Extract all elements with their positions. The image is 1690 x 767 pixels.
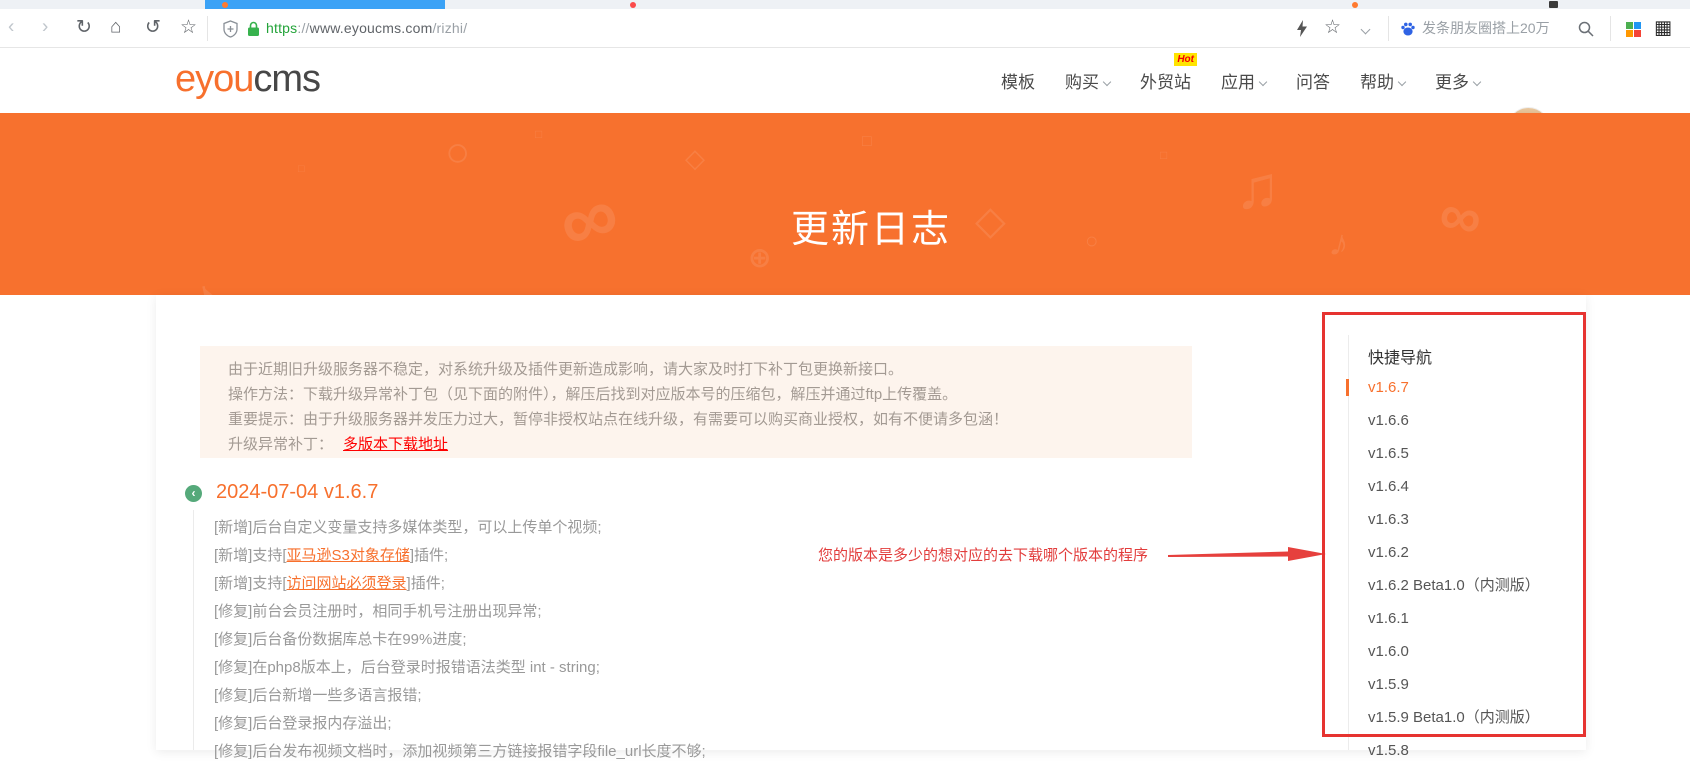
nav-item-buy[interactable]: 购买: [1065, 68, 1112, 93]
baidu-paw-icon: [1401, 22, 1415, 36]
url-separator: ://: [297, 20, 310, 36]
url-path: /rizhi/: [432, 20, 468, 36]
quick-nav-list: v1.6.7 v1.6.6 v1.6.5 v1.6.4 v1.6.3 v1.6.…: [1346, 371, 1540, 767]
decor-dot: □: [535, 127, 543, 141]
quick-nav-title: 快捷导航: [1368, 350, 1433, 367]
active-tab[interactable]: [205, 0, 445, 9]
version-link-v167[interactable]: v1.6.7: [1346, 371, 1540, 404]
tab-favicon-dot[interactable]: [222, 2, 228, 8]
search-icon[interactable]: [1578, 21, 1594, 37]
address-bar[interactable]: https://www.eyoucms.com/rizhi/: [266, 20, 467, 36]
changelog-item: [修复]后台发布视频文档时，添加视频第三方链接报错字段file_url长度不够;: [214, 743, 706, 760]
hot-badge: Hot: [1174, 53, 1197, 66]
tab-favicon-dot[interactable]: [1352, 2, 1358, 8]
nav-item-apps[interactable]: 应用: [1221, 68, 1268, 93]
version-link-v164[interactable]: v1.6.4: [1368, 470, 1540, 503]
undo-icon[interactable]: ↺: [145, 16, 161, 39]
changelog-item: [修复]前台会员注册时，相同手机号注册出现异常;: [214, 603, 542, 620]
version-link-v158[interactable]: v1.5.8: [1368, 734, 1540, 767]
apps-grid-icon[interactable]: [1626, 22, 1641, 37]
nav-item-templates[interactable]: 模板: [1001, 68, 1035, 93]
notice-box: 由于近期旧升级服务器不稳定，对系统升级及插件更新造成影响，请大家及时打下补丁包更…: [200, 346, 1192, 458]
forward-icon[interactable]: ›: [42, 17, 48, 39]
version-link-v159[interactable]: v1.5.9: [1368, 668, 1540, 701]
changelog-heading: 2024-07-04 v1.6.7: [216, 481, 379, 503]
changelog-item: [修复]后台新增一些多语言报错;: [214, 687, 422, 704]
version-link-v159beta[interactable]: v1.5.9 Beta1.0（内测版）: [1368, 701, 1540, 734]
patch-label: 升级异常补丁：: [228, 436, 334, 453]
notice-line: 操作方法：下载升级异常补丁包（见下面的附件），解压后找到对应版本号的压缩包，解压…: [228, 386, 958, 403]
version-link-v163[interactable]: v1.6.3: [1368, 503, 1540, 536]
version-link-v161[interactable]: v1.6.1: [1368, 602, 1540, 635]
version-link-v162beta[interactable]: v1.6.2 Beta1.0（内测版）: [1368, 569, 1540, 602]
browser-tab-strip: [0, 0, 1690, 9]
nav-item-qa[interactable]: 问答: [1296, 68, 1330, 93]
decor-dot: □: [862, 133, 872, 150]
page-title: 更新日志: [790, 209, 951, 251]
logo-text-eyou: eyou: [175, 57, 254, 100]
nav-item-more[interactable]: 更多: [1435, 68, 1482, 93]
chevron-down-icon: [1258, 77, 1268, 87]
home-icon[interactable]: ⌂: [110, 17, 121, 39]
decor-planet-icon: ○: [445, 128, 471, 175]
qr-code-icon[interactable]: ▦: [1654, 17, 1672, 40]
back-icon[interactable]: ‹: [8, 17, 14, 39]
nav-item-help[interactable]: 帮助: [1360, 68, 1407, 93]
timeline-line: [193, 510, 194, 750]
notice-line: 由于近期旧升级服务器不稳定，对系统升级及插件更新造成影响，请大家及时打下补丁包更…: [228, 361, 904, 378]
version-link-v162[interactable]: v1.6.2: [1368, 536, 1540, 569]
changelog-item: [修复]后台登录报内存溢出;: [214, 715, 392, 732]
version-link-v166[interactable]: v1.6.6: [1368, 404, 1540, 437]
patch-download-link[interactable]: 多版本下载地址: [343, 436, 448, 453]
plugin-link[interactable]: 访问网站必须登录: [287, 575, 407, 592]
notice-line: 重要提示：由于升级服务器并发压力过大，暂停非授权站点在线升级，有需要可以购买商业…: [228, 411, 1009, 428]
decor-dot: □: [1160, 148, 1168, 162]
eyoucms-logo[interactable]: eyoucms: [175, 57, 321, 100]
https-lock-icon[interactable]: [247, 21, 260, 37]
changelog-item: [新增]支持[亚马逊S3对象存储]插件;: [214, 547, 449, 564]
url-scheme: https: [266, 20, 298, 36]
decor-diamond-icon: ◇: [685, 143, 705, 173]
url-host: www.eyoucms.com: [309, 20, 433, 36]
main-nav: 模板 购买 外贸站 Hot 应用 问答 帮助 更多: [1001, 48, 1482, 113]
sidebar-divider: [1348, 335, 1349, 750]
refresh-icon[interactable]: ↻: [76, 16, 92, 39]
nav-item-foreign-trade[interactable]: 外贸站 Hot: [1140, 53, 1197, 93]
site-header: eyoucms 模板 购买 外贸站 Hot 应用 问答 帮助 更多: [0, 48, 1690, 152]
logo-text-cms: cms: [253, 57, 321, 100]
changelog-item: [修复]在php8版本上，后台登录时报错语法类型 int - string;: [214, 659, 600, 676]
chevron-down-icon: [1102, 77, 1112, 87]
changelog-item: [新增]支持[访问网站必须登录]插件;: [214, 575, 445, 592]
changelog-list: [新增]后台自定义变量支持多媒体类型，可以上传单个视频; [新增]支持[亚马逊S…: [214, 514, 706, 766]
chevron-down-icon: [1397, 77, 1407, 87]
divider: [1388, 16, 1389, 41]
decor-music-note-icon: ♪: [183, 260, 230, 295]
tab-favicon-dot[interactable]: [630, 2, 636, 8]
version-link-v160[interactable]: v1.6.0: [1368, 635, 1540, 668]
annotation-arrow-icon: [1168, 547, 1326, 561]
bookmark-star-icon[interactable]: ☆: [180, 16, 197, 39]
search-input[interactable]: 发条朋友圈搭上20万: [1422, 18, 1550, 38]
chevron-down-icon: [1472, 77, 1482, 87]
shield-permissions-icon[interactable]: [222, 20, 239, 38]
divider: [1610, 16, 1611, 41]
lightning-icon[interactable]: [1296, 20, 1308, 37]
changelog-item: [修复]后台备份数据库总卡在99%进度;: [214, 631, 467, 648]
divider: [207, 16, 208, 41]
plugin-link[interactable]: 亚马逊S3对象存储: [287, 547, 410, 564]
page-banner: ♪ ○ ∞ ◇ ◇ ♫ ♪ ∞ □ □ □ ○ □ ⊕ 更新日志: [0, 113, 1690, 295]
version-link-v165[interactable]: v1.6.5: [1368, 437, 1540, 470]
tab-menu-icon[interactable]: [1549, 1, 1558, 8]
annotation-text: 您的版本是多少的想对应的去下载哪个版本的程序: [818, 547, 1149, 564]
browser-toolbar: ‹ › ↻ ⌂ ↺ ☆ https://www.eyoucms.com/rizh…: [0, 9, 1690, 48]
decor-dot: □: [298, 163, 305, 175]
changelog-item: [新增]后台自定义变量支持多媒体类型，可以上传单个视频;: [214, 519, 602, 536]
favorite-star-icon[interactable]: ☆: [1324, 16, 1341, 39]
timeline-node-icon: ‹: [185, 485, 202, 502]
chevron-down-icon[interactable]: [1360, 24, 1371, 35]
